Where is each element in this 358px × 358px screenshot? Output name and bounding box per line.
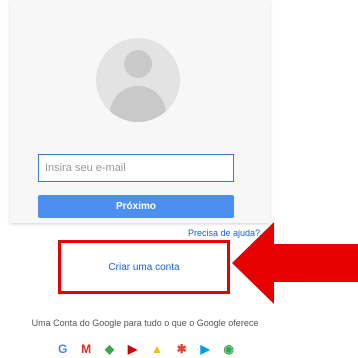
next-button[interactable]: Próximo (38, 195, 234, 218)
maps-icon: ◆ (104, 342, 115, 356)
login-card: Próximo Precisa de ajuda? (10, 0, 270, 238)
create-account-link[interactable]: Criar uma conta (108, 262, 179, 273)
photos-icon: ✱ (176, 342, 187, 356)
red-arrow-icon (232, 222, 358, 304)
email-input[interactable] (38, 154, 234, 182)
google-g-icon: G (58, 342, 68, 356)
chrome-icon: ◉ (223, 342, 234, 356)
product-icons-row: G M ◆ ▶ ▲ ✱ ▶ ◉ (58, 342, 234, 356)
gmail-icon: M (81, 342, 92, 356)
youtube-icon: ▶ (127, 342, 138, 356)
footer-tagline: Uma Conta do Google para tudo o que o Go… (31, 318, 259, 328)
play-store-icon: ▶ (200, 342, 210, 356)
drive-icon: ▲ (150, 342, 163, 356)
avatar-placeholder-icon (96, 38, 180, 122)
create-account-highlight: Criar uma conta (58, 240, 230, 294)
